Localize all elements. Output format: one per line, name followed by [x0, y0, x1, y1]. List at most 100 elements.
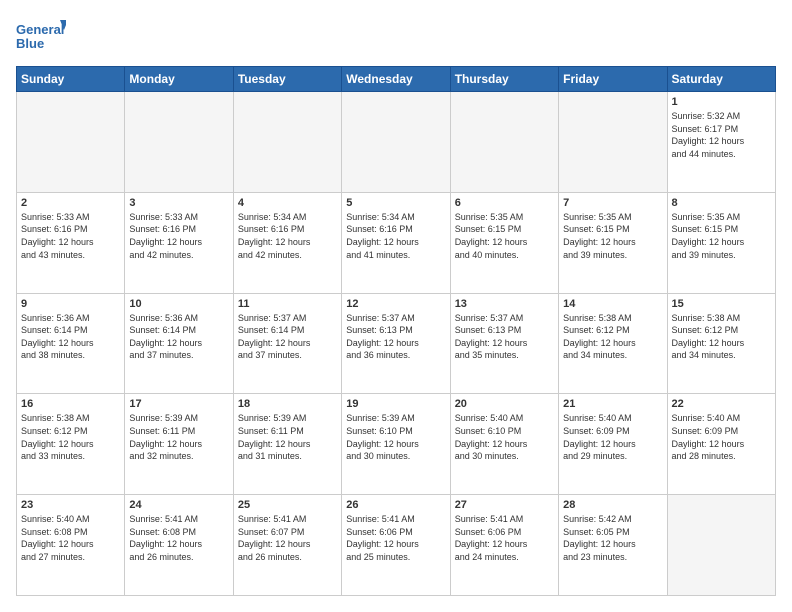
calendar-cell: [450, 92, 558, 193]
calendar-cell: 14 Sunrise: 5:38 AM Sunset: 6:12 PM Dayli…: [559, 293, 667, 394]
calendar-cell: 15 Sunrise: 5:38 AM Sunset: 6:12 PM Dayli…: [667, 293, 775, 394]
day-number: 19: [346, 398, 445, 410]
day-info: Sunrise: 5:39 AM Sunset: 6:10 PM Dayligh…: [346, 412, 445, 462]
calendar-header-monday: Monday: [125, 67, 233, 92]
calendar-header-thursday: Thursday: [450, 67, 558, 92]
day-info: Sunrise: 5:38 AM Sunset: 6:12 PM Dayligh…: [21, 412, 120, 462]
day-info: Sunrise: 5:39 AM Sunset: 6:11 PM Dayligh…: [129, 412, 228, 462]
day-info: Sunrise: 5:32 AM Sunset: 6:17 PM Dayligh…: [672, 110, 771, 160]
calendar-cell: 28Sunrise: 5:42 AM Sunset: 6:05 PM Dayli…: [559, 495, 667, 596]
calendar-week-row: 16 Sunrise: 5:38 AM Sunset: 6:12 PM Dayli…: [17, 394, 776, 495]
day-number: 20: [455, 398, 554, 410]
day-number: 26: [346, 499, 445, 511]
calendar-cell: 21 Sunrise: 5:40 AM Sunset: 6:09 PM Dayli…: [559, 394, 667, 495]
calendar-cell: 1 Sunrise: 5:32 AM Sunset: 6:17 PM Daylig…: [667, 92, 775, 193]
day-info: Sunrise: 5:34 AM Sunset: 6:16 PM Dayligh…: [346, 211, 445, 261]
day-number: 5: [346, 197, 445, 209]
day-info: Sunrise: 5:37 AM Sunset: 6:13 PM Dayligh…: [346, 312, 445, 362]
calendar-header-wednesday: Wednesday: [342, 67, 450, 92]
calendar-cell: 25 Sunrise: 5:41 AM Sunset: 6:07 PM Dayli…: [233, 495, 341, 596]
calendar-header-tuesday: Tuesday: [233, 67, 341, 92]
day-info: Sunrise: 5:41 AM Sunset: 6:07 PM Dayligh…: [238, 513, 337, 563]
logo: General Blue: [16, 16, 66, 56]
day-info: Sunrise: 5:35 AM Sunset: 6:15 PM Dayligh…: [672, 211, 771, 261]
calendar-cell: [233, 92, 341, 193]
day-number: 28: [563, 499, 662, 511]
day-info: Sunrise: 5:36 AM Sunset: 6:14 PM Dayligh…: [129, 312, 228, 362]
calendar-cell: 20 Sunrise: 5:40 AM Sunset: 6:10 PM Dayli…: [450, 394, 558, 495]
day-number: 4: [238, 197, 337, 209]
calendar-table: SundayMondayTuesdayWednesdayThursdayFrid…: [16, 66, 776, 596]
day-info: Sunrise: 5:41 AM Sunset: 6:06 PM Dayligh…: [346, 513, 445, 563]
calendar-cell: 10 Sunrise: 5:36 AM Sunset: 6:14 PM Dayli…: [125, 293, 233, 394]
day-info: Sunrise: 5:40 AM Sunset: 6:10 PM Dayligh…: [455, 412, 554, 462]
calendar-header-sunday: Sunday: [17, 67, 125, 92]
day-number: 12: [346, 298, 445, 310]
day-number: 21: [563, 398, 662, 410]
day-info: Sunrise: 5:38 AM Sunset: 6:12 PM Dayligh…: [672, 312, 771, 362]
day-number: 13: [455, 298, 554, 310]
day-info: Sunrise: 5:35 AM Sunset: 6:15 PM Dayligh…: [455, 211, 554, 261]
svg-text:General: General: [16, 22, 64, 37]
calendar-cell: 7 Sunrise: 5:35 AM Sunset: 6:15 PM Daylig…: [559, 192, 667, 293]
day-number: 3: [129, 197, 228, 209]
calendar-cell: 5 Sunrise: 5:34 AM Sunset: 6:16 PM Daylig…: [342, 192, 450, 293]
calendar-header-friday: Friday: [559, 67, 667, 92]
day-info: Sunrise: 5:38 AM Sunset: 6:12 PM Dayligh…: [563, 312, 662, 362]
day-info: Sunrise: 5:41 AM Sunset: 6:06 PM Dayligh…: [455, 513, 554, 563]
calendar-cell: 2 Sunrise: 5:33 AM Sunset: 6:16 PM Daylig…: [17, 192, 125, 293]
day-number: 24: [129, 499, 228, 511]
calendar-cell: 23Sunrise: 5:40 AM Sunset: 6:08 PM Dayli…: [17, 495, 125, 596]
calendar-header-row: SundayMondayTuesdayWednesdayThursdayFrid…: [17, 67, 776, 92]
calendar-cell: [559, 92, 667, 193]
calendar-cell: 27Sunrise: 5:41 AM Sunset: 6:06 PM Dayli…: [450, 495, 558, 596]
calendar-cell: 24 Sunrise: 5:41 AM Sunset: 6:08 PM Dayli…: [125, 495, 233, 596]
day-number: 9: [21, 298, 120, 310]
day-number: 7: [563, 197, 662, 209]
day-info: Sunrise: 5:35 AM Sunset: 6:15 PM Dayligh…: [563, 211, 662, 261]
calendar-cell: [125, 92, 233, 193]
day-info: Sunrise: 5:37 AM Sunset: 6:14 PM Dayligh…: [238, 312, 337, 362]
calendar-cell: 17Sunrise: 5:39 AM Sunset: 6:11 PM Dayli…: [125, 394, 233, 495]
day-number: 14: [563, 298, 662, 310]
calendar-cell: [342, 92, 450, 193]
calendar-cell: 22Sunrise: 5:40 AM Sunset: 6:09 PM Dayli…: [667, 394, 775, 495]
day-number: 2: [21, 197, 120, 209]
calendar-week-row: 9 Sunrise: 5:36 AM Sunset: 6:14 PM Daylig…: [17, 293, 776, 394]
calendar-cell: 9 Sunrise: 5:36 AM Sunset: 6:14 PM Daylig…: [17, 293, 125, 394]
calendar-cell: 8 Sunrise: 5:35 AM Sunset: 6:15 PM Daylig…: [667, 192, 775, 293]
day-number: 18: [238, 398, 337, 410]
calendar-cell: 26 Sunrise: 5:41 AM Sunset: 6:06 PM Dayli…: [342, 495, 450, 596]
calendar-week-row: 23Sunrise: 5:40 AM Sunset: 6:08 PM Dayli…: [17, 495, 776, 596]
calendar-cell: 4 Sunrise: 5:34 AM Sunset: 6:16 PM Daylig…: [233, 192, 341, 293]
calendar-cell: [667, 495, 775, 596]
day-info: Sunrise: 5:40 AM Sunset: 6:09 PM Dayligh…: [563, 412, 662, 462]
calendar-cell: 13 Sunrise: 5:37 AM Sunset: 6:13 PM Dayli…: [450, 293, 558, 394]
page: General Blue SundayMondayTuesdayWednesda…: [0, 0, 792, 612]
day-number: 1: [672, 96, 771, 108]
day-info: Sunrise: 5:39 AM Sunset: 6:11 PM Dayligh…: [238, 412, 337, 462]
header: General Blue: [16, 16, 776, 56]
day-number: 15: [672, 298, 771, 310]
day-info: Sunrise: 5:41 AM Sunset: 6:08 PM Dayligh…: [129, 513, 228, 563]
svg-text:Blue: Blue: [16, 36, 44, 51]
calendar-cell: 6 Sunrise: 5:35 AM Sunset: 6:15 PM Daylig…: [450, 192, 558, 293]
calendar-cell: 12 Sunrise: 5:37 AM Sunset: 6:13 PM Dayli…: [342, 293, 450, 394]
day-info: Sunrise: 5:33 AM Sunset: 6:16 PM Dayligh…: [21, 211, 120, 261]
calendar-cell: 16 Sunrise: 5:38 AM Sunset: 6:12 PM Dayli…: [17, 394, 125, 495]
day-number: 16: [21, 398, 120, 410]
day-info: Sunrise: 5:40 AM Sunset: 6:09 PM Dayligh…: [672, 412, 771, 462]
day-number: 25: [238, 499, 337, 511]
calendar-cell: 19 Sunrise: 5:39 AM Sunset: 6:10 PM Dayli…: [342, 394, 450, 495]
day-number: 6: [455, 197, 554, 209]
day-number: 11: [238, 298, 337, 310]
calendar-header-saturday: Saturday: [667, 67, 775, 92]
day-info: Sunrise: 5:36 AM Sunset: 6:14 PM Dayligh…: [21, 312, 120, 362]
day-info: Sunrise: 5:37 AM Sunset: 6:13 PM Dayligh…: [455, 312, 554, 362]
day-info: Sunrise: 5:34 AM Sunset: 6:16 PM Dayligh…: [238, 211, 337, 261]
day-info: Sunrise: 5:40 AM Sunset: 6:08 PM Dayligh…: [21, 513, 120, 563]
day-number: 10: [129, 298, 228, 310]
day-number: 8: [672, 197, 771, 209]
day-info: Sunrise: 5:33 AM Sunset: 6:16 PM Dayligh…: [129, 211, 228, 261]
logo-svg: General Blue: [16, 16, 66, 56]
